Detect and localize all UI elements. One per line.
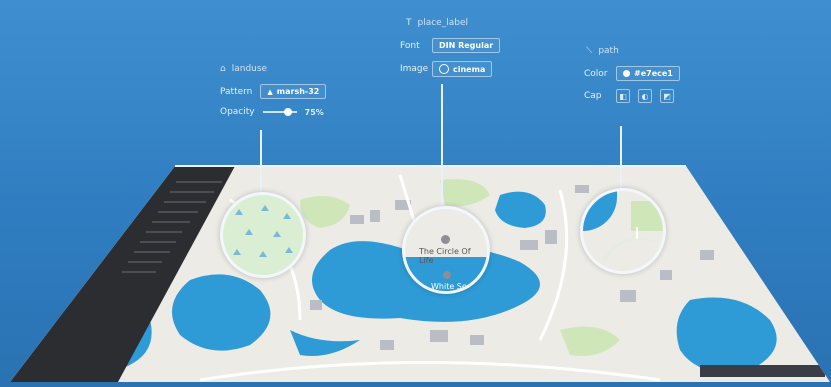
- landuse-title: landuse: [231, 64, 268, 74]
- path-title: path: [598, 46, 619, 56]
- opacity-value: 75%: [304, 107, 324, 117]
- place-label-magnifier: The Circle Of Life White Sea: [402, 206, 490, 294]
- marsh-pattern: [233, 205, 293, 257]
- pattern-icon: ▲: [267, 87, 273, 96]
- cinema-image-icon: [439, 64, 449, 74]
- cap-round-button[interactable]: ◐: [638, 89, 652, 103]
- text-icon: T: [406, 18, 412, 28]
- landuse-callout: ⌂ landuse Pattern ▲ marsh-32 Opacity 75%: [220, 64, 327, 125]
- landuse-leader: [260, 130, 262, 192]
- place-label-leader: [441, 84, 443, 208]
- image-value: cinema: [453, 64, 486, 74]
- landuse-magnifier: [220, 192, 306, 278]
- cap-square-button[interactable]: ◩: [660, 89, 674, 103]
- font-select[interactable]: DIN Regular: [432, 38, 501, 53]
- path-magnifier: [580, 188, 666, 274]
- image-select[interactable]: cinema: [432, 61, 493, 77]
- cap-butt-button[interactable]: ◧: [616, 89, 630, 103]
- place-label-callout: Tplace_label Font DIN Regular Image cine…: [400, 18, 501, 85]
- color-picker[interactable]: #e7ece1: [616, 66, 680, 81]
- cap-butt-icon: ◧: [619, 91, 627, 101]
- cinema-icon: [441, 235, 450, 244]
- color-label: Color: [584, 68, 608, 79]
- place-label-title: place_label: [417, 18, 468, 28]
- opacity-slider-knob[interactable]: [284, 108, 293, 116]
- opacity-slider[interactable]: [262, 108, 297, 116]
- map-label-lower: White Sea: [431, 282, 472, 291]
- opacity-label: Opacity: [220, 107, 255, 117]
- landuse-icon: ⌂: [220, 64, 226, 74]
- color-value: #e7ece1: [634, 69, 673, 78]
- image-label: Image: [400, 64, 429, 74]
- map-label-center: The Circle Of Life: [419, 247, 471, 265]
- bottom-toolbar[interactable]: [700, 365, 825, 377]
- path-callout: ⟍ path Color #e7ece1 Cap ◧ ◐ ◩: [584, 46, 680, 111]
- cinema-icon-lower: [443, 271, 451, 279]
- pattern-select[interactable]: ▲ marsh-32: [260, 84, 327, 99]
- path-sample: [601, 227, 654, 262]
- path-leader: [620, 126, 622, 188]
- cap-label: Cap: [584, 91, 602, 101]
- pattern-value: marsh-32: [276, 87, 320, 96]
- cap-square-icon: ◩: [663, 91, 671, 101]
- path-icon: ⟍: [586, 46, 593, 56]
- cap-round-icon: ◐: [641, 91, 649, 101]
- font-label: Font: [400, 40, 420, 51]
- color-swatch: [623, 70, 630, 77]
- pattern-label: Pattern: [220, 86, 253, 97]
